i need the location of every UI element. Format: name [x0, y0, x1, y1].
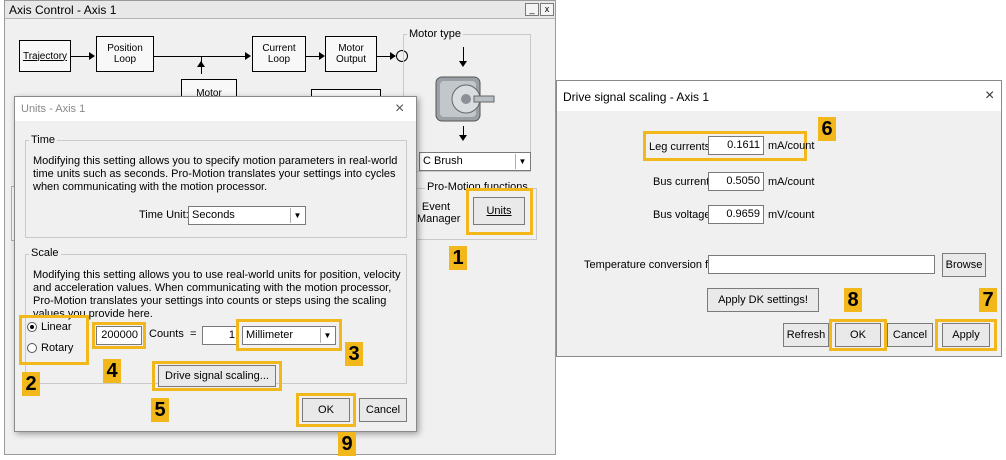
- callout-3: 3: [345, 342, 363, 366]
- drive-cancel-label: Cancel: [892, 329, 928, 341]
- units-dialog: Units - Axis 1 × Time Modifying this set…: [14, 96, 417, 432]
- chevron-down-icon: ▼: [515, 154, 529, 169]
- motor-type-select[interactable]: C Brush ▼: [419, 152, 531, 171]
- equals-sign: =: [190, 328, 197, 340]
- arrow-up-icon: [197, 61, 205, 67]
- callout-2: 2: [22, 372, 40, 396]
- callout-6: 6: [818, 117, 836, 141]
- units-ok-label: OK: [318, 404, 334, 416]
- axis-control-titlebar: Axis Control - Axis 1: [5, 1, 555, 19]
- rotary-radio[interactable]: [27, 343, 37, 353]
- current-loop-block[interactable]: Current Loop: [252, 36, 306, 72]
- bus-current-input[interactable]: 0.5050: [708, 172, 764, 191]
- refresh-label: Refresh: [786, 329, 826, 341]
- time-legend: Time: [29, 134, 58, 146]
- time-unit-value: Seconds: [192, 209, 235, 221]
- chevron-down-icon: ▼: [320, 328, 334, 343]
- time-unit-select[interactable]: Seconds ▼: [188, 206, 306, 225]
- time-unit-label: Time Unit:: [139, 209, 189, 221]
- drive-signal-scaling-label: Drive signal scaling...: [165, 370, 269, 382]
- drive-signal-scaling-button[interactable]: Drive signal scaling...: [158, 365, 276, 387]
- motor-image: [430, 69, 500, 127]
- event-manager-button[interactable]: Event Manager: [417, 201, 460, 231]
- callout-7: 7: [979, 288, 997, 312]
- scale-unit-select[interactable]: Millimeter ▼: [242, 326, 336, 345]
- close-icon[interactable]: ×: [985, 87, 994, 105]
- drive-dialog-titlebar: Drive signal scaling - Axis 1: [557, 81, 1001, 111]
- scale-legend: Scale: [29, 247, 61, 259]
- chevron-down-icon: ▼: [290, 208, 304, 223]
- arrow-down-icon: [459, 61, 467, 67]
- drive-cancel-button[interactable]: Cancel: [887, 323, 933, 347]
- drive-ok-label: OK: [850, 329, 866, 341]
- callout-5: 5: [151, 398, 169, 422]
- counts-label: Counts: [149, 328, 184, 340]
- close-icon[interactable]: ×: [395, 100, 404, 118]
- connector: [306, 56, 320, 57]
- callout-8: 8: [844, 288, 862, 312]
- apply-dk-settings-button[interactable]: Apply DK settings!: [707, 288, 819, 312]
- temperature-file-input[interactable]: [708, 255, 935, 274]
- trajectory-block[interactable]: Trajectory: [19, 40, 71, 72]
- arrow-down-icon: [459, 135, 467, 141]
- linear-radio[interactable]: [27, 322, 37, 332]
- browse-button[interactable]: Browse: [942, 253, 986, 277]
- leg-currents-input[interactable]: 0.1611: [708, 136, 764, 155]
- connector: [71, 56, 91, 57]
- callout-9: 9: [338, 432, 356, 456]
- linear-label: Linear: [41, 321, 72, 333]
- units-button-label: Units: [486, 205, 512, 217]
- axis-control-title: Axis Control - Axis 1: [9, 3, 117, 17]
- leg-currents-unit: mA/count: [768, 140, 815, 152]
- connector: [377, 56, 391, 57]
- units-cancel-button[interactable]: Cancel: [359, 398, 407, 422]
- units-dialog-titlebar: Units - Axis 1: [15, 97, 416, 121]
- apply-dk-label: Apply DK settings!: [718, 294, 808, 306]
- bus-voltage-unit: mV/count: [768, 209, 815, 221]
- callout-1: 1: [449, 246, 467, 270]
- position-loop-block[interactable]: Position Loop: [96, 36, 154, 72]
- units-value-input[interactable]: 1: [202, 326, 239, 345]
- time-description: Modifying this setting allows you to spe…: [33, 155, 398, 193]
- connector: [154, 56, 246, 57]
- units-dialog-title: Units - Axis 1: [21, 103, 86, 115]
- bus-voltage-label: Bus voltage:: [653, 209, 714, 221]
- minimize-button[interactable]: _: [525, 3, 539, 16]
- scale-description: Modifying this setting allows you to use…: [33, 269, 401, 320]
- arrow-right-icon: [89, 52, 95, 60]
- rotary-label: Rotary: [41, 342, 74, 354]
- units-cancel-label: Cancel: [365, 404, 401, 416]
- drive-ok-button[interactable]: OK: [835, 323, 881, 347]
- units-ok-button[interactable]: OK: [302, 398, 350, 422]
- motor-type-value: C Brush: [423, 155, 463, 167]
- browse-label: Browse: [945, 259, 983, 271]
- bus-current-unit: mA/count: [768, 176, 815, 188]
- temperature-file-label: Temperature conversion file:: [584, 259, 723, 271]
- units-button[interactable]: Units: [473, 197, 525, 225]
- leg-currents-label: Leg currents:: [649, 141, 714, 153]
- arrow-right-icon: [245, 52, 251, 60]
- close-button[interactable]: x: [540, 3, 554, 16]
- refresh-button[interactable]: Refresh: [783, 323, 829, 347]
- bus-voltage-input[interactable]: 0.9659: [708, 205, 764, 224]
- apply-label: Apply: [952, 329, 980, 341]
- counts-input[interactable]: 200000: [96, 326, 142, 345]
- bus-current-label: Bus current:: [653, 176, 713, 188]
- drive-dialog-title: Drive signal scaling - Axis 1: [563, 90, 710, 104]
- motor-type-legend: Motor type: [407, 28, 463, 40]
- apply-button[interactable]: Apply: [942, 323, 990, 347]
- callout-4: 4: [103, 359, 121, 383]
- drive-signal-dialog: Drive signal scaling - Axis 1 × Leg curr…: [556, 80, 1002, 357]
- scale-unit-value: Millimeter: [246, 329, 294, 341]
- motor-output-block[interactable]: Motor Output: [325, 36, 377, 72]
